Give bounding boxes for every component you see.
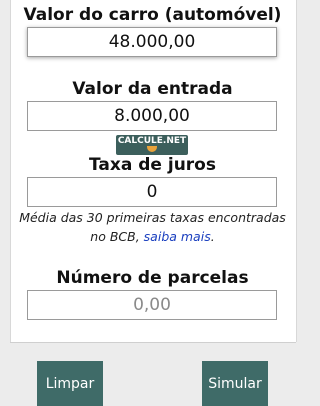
interest-note-prefix: no BCB, <box>90 229 144 244</box>
interest-rate-input[interactable] <box>27 177 277 207</box>
learn-more-link[interactable]: saiba mais <box>144 229 211 244</box>
installments-input[interactable] <box>27 290 277 320</box>
interest-rate-label: Taxa de juros <box>89 155 216 175</box>
down-payment-input[interactable] <box>27 101 277 131</box>
interest-note-line2: no BCB, saiba mais. <box>0 227 305 246</box>
car-value-label: Valor do carro (automóvel) <box>23 5 282 25</box>
interest-note-line1: Média das 30 primeiras taxas encontradas <box>19 210 286 225</box>
logo-text: CALCULE.NET <box>117 136 187 146</box>
installments-label: Número de parcelas <box>56 268 249 288</box>
car-value-input[interactable] <box>27 27 277 57</box>
interest-note-suffix: . <box>210 229 215 244</box>
calcule-net-logo: CALCULE.NET <box>116 135 188 155</box>
divider <box>10 342 296 343</box>
simulate-button[interactable]: Simular <box>202 361 268 406</box>
coin-icon <box>147 146 157 152</box>
clear-button[interactable]: Limpar <box>37 361 103 406</box>
down-payment-label: Valor da entrada <box>72 79 233 99</box>
